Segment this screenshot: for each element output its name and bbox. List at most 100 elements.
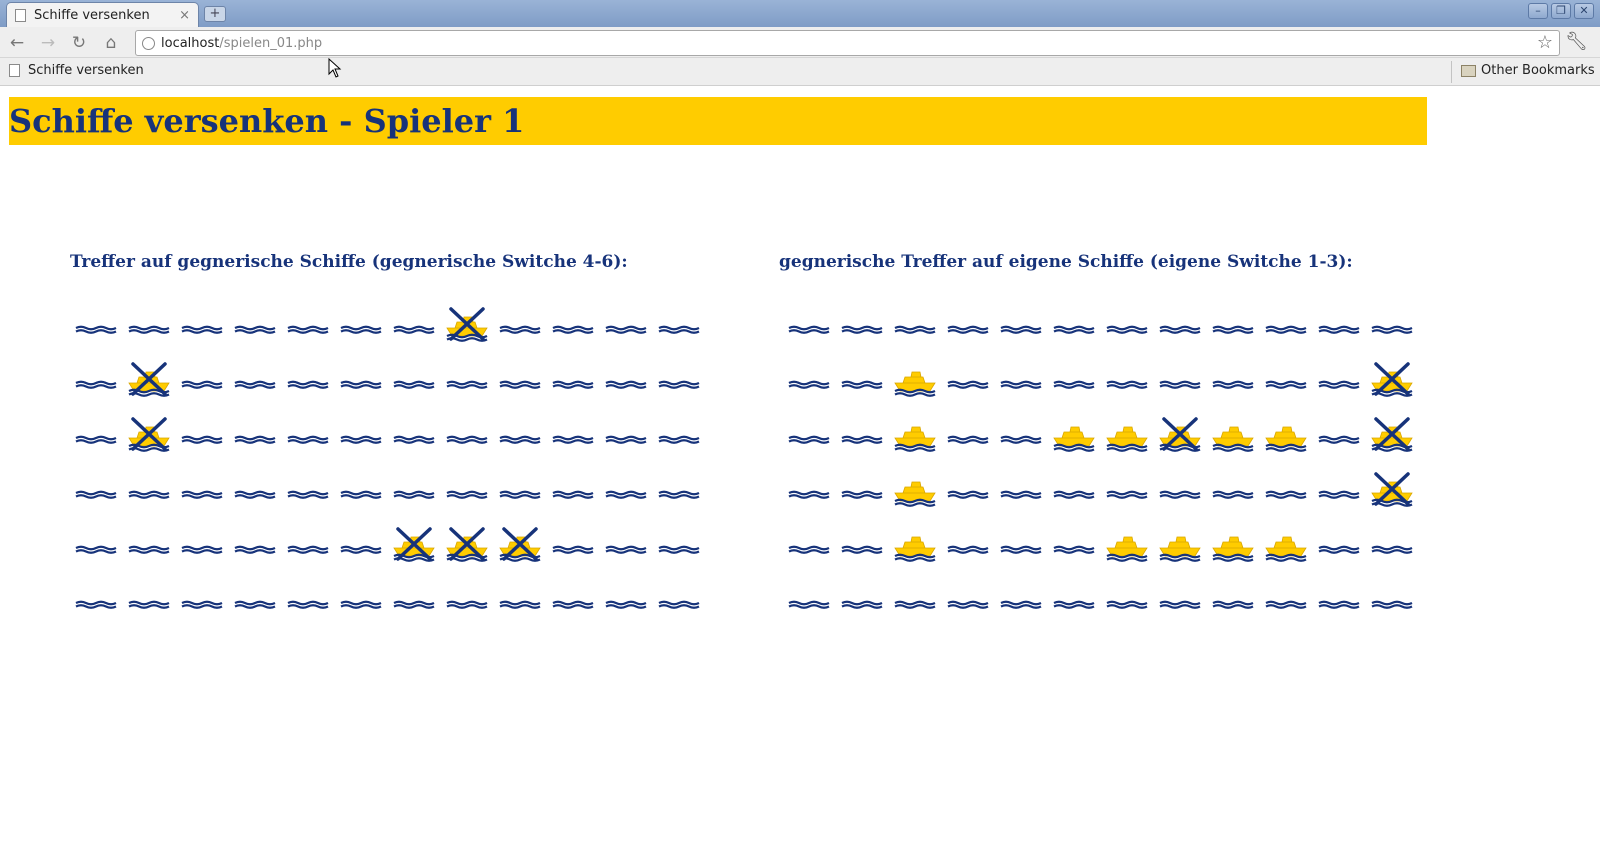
opponent-cell-water[interactable] bbox=[653, 295, 706, 350]
opponent-cell-water[interactable] bbox=[600, 350, 653, 405]
own-cell-water[interactable] bbox=[1048, 295, 1101, 350]
home-icon[interactable]: ⌂ bbox=[100, 32, 122, 54]
own-cell-water[interactable] bbox=[1366, 515, 1419, 570]
opponent-cell-water[interactable] bbox=[441, 405, 494, 460]
own-cell-water[interactable] bbox=[942, 350, 995, 405]
own-cell-water[interactable] bbox=[1154, 350, 1207, 405]
close-window-button[interactable]: ✕ bbox=[1574, 3, 1594, 19]
opponent-cell-water[interactable] bbox=[335, 570, 388, 625]
opponent-cell-water[interactable] bbox=[123, 295, 176, 350]
own-cell-hit-ship[interactable] bbox=[1366, 350, 1419, 405]
own-cell-ship[interactable] bbox=[1048, 405, 1101, 460]
own-cell-water[interactable] bbox=[995, 460, 1048, 515]
own-cell-water[interactable] bbox=[942, 570, 995, 625]
opponent-cell-hit-ship[interactable] bbox=[123, 350, 176, 405]
own-cell-hit-ship[interactable] bbox=[1366, 460, 1419, 515]
restore-button[interactable]: ❐ bbox=[1551, 3, 1571, 19]
opponent-cell-water[interactable] bbox=[229, 295, 282, 350]
opponent-cell-water[interactable] bbox=[123, 570, 176, 625]
own-cell-water[interactable] bbox=[942, 460, 995, 515]
opponent-cell-water[interactable] bbox=[282, 405, 335, 460]
opponent-cell-water[interactable] bbox=[229, 350, 282, 405]
address-bar[interactable]: localhost/spielen_01.php ☆ bbox=[135, 30, 1560, 56]
new-tab-button[interactable]: + bbox=[204, 6, 226, 22]
opponent-cell-water[interactable] bbox=[229, 405, 282, 460]
own-cell-water[interactable] bbox=[1048, 570, 1101, 625]
own-cell-water[interactable] bbox=[783, 295, 836, 350]
opponent-cell-water[interactable] bbox=[653, 570, 706, 625]
opponent-cell-water[interactable] bbox=[229, 570, 282, 625]
own-cell-water[interactable] bbox=[836, 295, 889, 350]
opponent-cell-water[interactable] bbox=[123, 460, 176, 515]
opponent-cell-water[interactable] bbox=[335, 295, 388, 350]
opponent-cell-water[interactable] bbox=[547, 350, 600, 405]
opponent-cell-water[interactable] bbox=[494, 570, 547, 625]
opponent-cell-water[interactable] bbox=[388, 295, 441, 350]
own-cell-water[interactable] bbox=[836, 570, 889, 625]
wrench-icon[interactable]: 🔧︎ bbox=[1565, 31, 1588, 52]
own-cell-water[interactable] bbox=[1207, 295, 1260, 350]
own-cell-water[interactable] bbox=[1101, 570, 1154, 625]
own-cell-water[interactable] bbox=[1260, 350, 1313, 405]
own-cell-water[interactable] bbox=[995, 350, 1048, 405]
own-cell-ship[interactable] bbox=[1154, 515, 1207, 570]
own-cell-water[interactable] bbox=[1101, 460, 1154, 515]
own-cell-water[interactable] bbox=[1048, 515, 1101, 570]
own-cell-water[interactable] bbox=[995, 570, 1048, 625]
opponent-cell-water[interactable] bbox=[229, 515, 282, 570]
own-cell-ship[interactable] bbox=[1101, 405, 1154, 460]
opponent-cell-water[interactable] bbox=[229, 460, 282, 515]
own-cell-ship[interactable] bbox=[1101, 515, 1154, 570]
opponent-cell-water[interactable] bbox=[335, 405, 388, 460]
opponent-cell-water[interactable] bbox=[441, 350, 494, 405]
own-cell-water[interactable] bbox=[1313, 350, 1366, 405]
opponent-cell-water[interactable] bbox=[335, 350, 388, 405]
own-cell-water[interactable] bbox=[1260, 295, 1313, 350]
own-cell-water[interactable] bbox=[1154, 570, 1207, 625]
opponent-cell-water[interactable] bbox=[653, 405, 706, 460]
opponent-cell-hit-ship[interactable] bbox=[388, 515, 441, 570]
reload-icon[interactable]: ↻ bbox=[68, 32, 90, 54]
own-cell-water[interactable] bbox=[889, 295, 942, 350]
own-cell-hit-ship[interactable] bbox=[1366, 405, 1419, 460]
own-cell-water[interactable] bbox=[995, 295, 1048, 350]
opponent-cell-water[interactable] bbox=[547, 405, 600, 460]
own-cell-water[interactable] bbox=[783, 570, 836, 625]
own-cell-water[interactable] bbox=[836, 350, 889, 405]
opponent-cell-hit-ship[interactable] bbox=[123, 405, 176, 460]
own-cell-water[interactable] bbox=[783, 460, 836, 515]
own-cell-water[interactable] bbox=[1101, 350, 1154, 405]
opponent-cell-water[interactable] bbox=[600, 515, 653, 570]
own-cell-ship[interactable] bbox=[1260, 405, 1313, 460]
opponent-cell-water[interactable] bbox=[494, 295, 547, 350]
own-cell-hit-ship[interactable] bbox=[1154, 405, 1207, 460]
own-cell-ship[interactable] bbox=[889, 460, 942, 515]
opponent-cell-water[interactable] bbox=[547, 460, 600, 515]
opponent-cell-water[interactable] bbox=[600, 570, 653, 625]
own-cell-water[interactable] bbox=[1048, 460, 1101, 515]
own-cell-water[interactable] bbox=[1313, 295, 1366, 350]
opponent-cell-water[interactable] bbox=[176, 350, 229, 405]
back-arrow-icon[interactable]: ← bbox=[6, 32, 28, 54]
own-cell-water[interactable] bbox=[783, 515, 836, 570]
own-cell-ship[interactable] bbox=[1260, 515, 1313, 570]
own-cell-water[interactable] bbox=[1366, 570, 1419, 625]
opponent-cell-water[interactable] bbox=[600, 295, 653, 350]
own-cell-water[interactable] bbox=[1366, 295, 1419, 350]
opponent-cell-water[interactable] bbox=[70, 405, 123, 460]
opponent-cell-water[interactable] bbox=[441, 570, 494, 625]
own-cell-ship[interactable] bbox=[1207, 405, 1260, 460]
browser-tab[interactable]: Schiffe versenken × bbox=[6, 2, 199, 27]
opponent-cell-water[interactable] bbox=[176, 295, 229, 350]
opponent-cell-water[interactable] bbox=[388, 570, 441, 625]
own-cell-water[interactable] bbox=[889, 570, 942, 625]
opponent-cell-water[interactable] bbox=[176, 460, 229, 515]
opponent-cell-hit-ship[interactable] bbox=[494, 515, 547, 570]
own-cell-water[interactable] bbox=[783, 405, 836, 460]
opponent-cell-water[interactable] bbox=[388, 405, 441, 460]
opponent-cell-water[interactable] bbox=[335, 515, 388, 570]
bookmark-star-icon[interactable]: ☆ bbox=[1537, 33, 1553, 53]
own-cell-water[interactable] bbox=[836, 460, 889, 515]
opponent-cell-water[interactable] bbox=[600, 405, 653, 460]
opponent-cell-water[interactable] bbox=[441, 460, 494, 515]
